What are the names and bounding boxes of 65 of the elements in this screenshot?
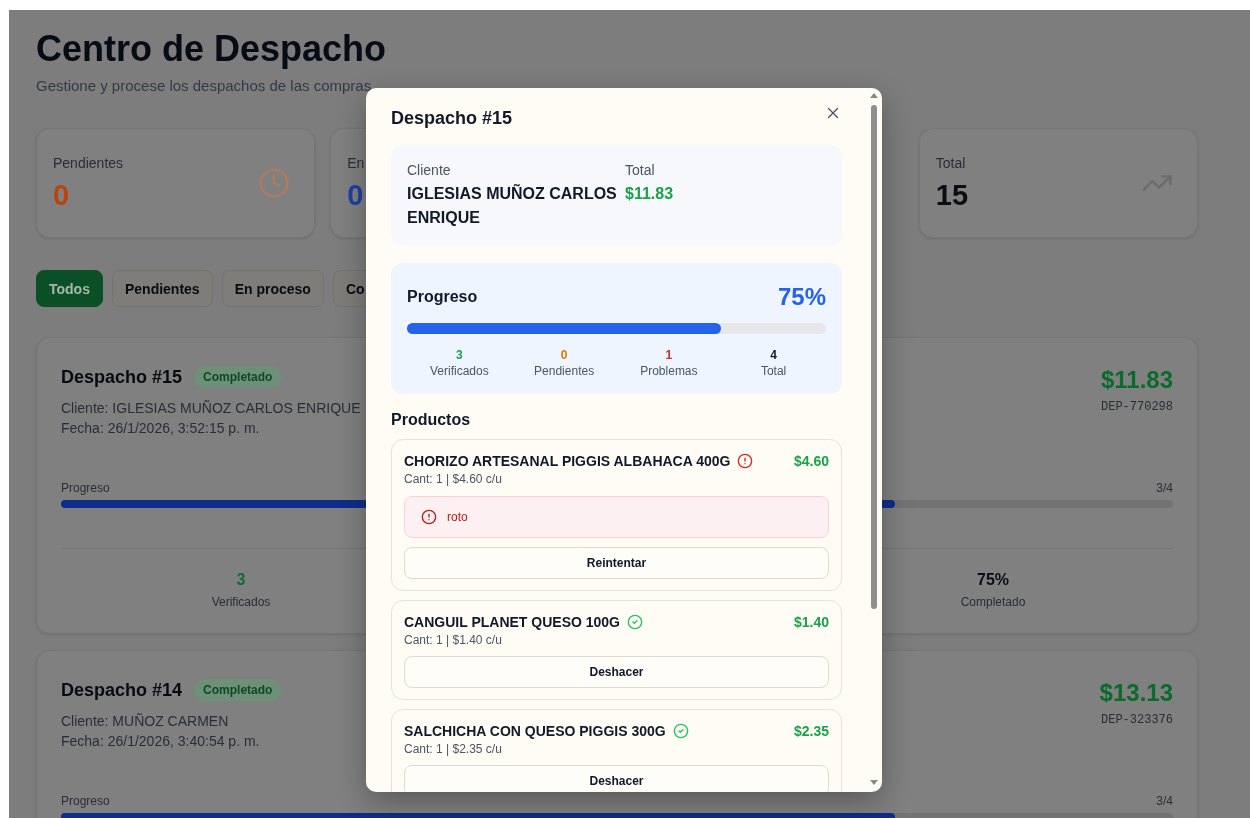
product-price: $4.60 (793, 453, 829, 469)
date-text: Fecha: 26/1/2026, 3:52:15 p. m. (61, 420, 261, 436)
stat-label: En (347, 154, 365, 171)
action-button[interactable]: Deshacer (404, 656, 829, 688)
product-detail: Cant: 1 | $2.35 c/u (404, 742, 503, 756)
stat-value: 75% (977, 571, 1009, 589)
stat-label: Verificados (211, 595, 271, 609)
progress-count: 3/4 (1156, 481, 1173, 495)
dispatch-code: DEP-770298 (1101, 400, 1173, 414)
product-detail: Cant: 1 | $4.60 c/u (404, 472, 503, 486)
dispatch-title: Despacho #15 (61, 366, 183, 388)
client-text: Cliente: IGLESIAS MUÑOZ CARLOS ENRIQUE (61, 400, 361, 416)
stat-value: 3 (236, 571, 246, 589)
filter-tab[interactable]: Todos (36, 270, 103, 307)
stat-value: 3 (456, 348, 463, 362)
check-circle-icon (627, 614, 643, 630)
stat-value: 0 (347, 178, 365, 212)
filter-tab[interactable]: En proceso (221, 270, 324, 307)
alert-icon (737, 453, 754, 469)
date-text: Fecha: 26/1/2026, 3:40:54 p. m. (61, 733, 261, 749)
products-heading: Productos (391, 411, 472, 429)
stat-value: 0 (53, 178, 71, 212)
stat-value: 1 (665, 348, 673, 362)
total-value: $11.83 (625, 184, 675, 204)
stat-label: Verificados (430, 364, 489, 378)
client-name: IGLESIAS MUÑOZ CARLOS ENRIQUE (407, 183, 618, 228)
client-label: Cliente (407, 162, 452, 178)
progress-percent: 75% (777, 283, 826, 311)
product-name: CANGUIL PLANET QUESO 100G (404, 614, 620, 630)
check-circle-icon (672, 723, 689, 739)
stat-label: Completado (960, 595, 1026, 609)
progress-label: Progreso (407, 288, 478, 306)
stat-label: Pendientes (534, 364, 595, 378)
dispatch-code: DEP-323376 (1101, 713, 1173, 727)
client-text: Cliente: MUÑOZ CARMEN (61, 713, 230, 729)
page-title: Centro de Despacho (36, 28, 388, 70)
action-button[interactable]: Reintentar (404, 547, 829, 579)
total-label: Total (625, 162, 656, 178)
product-price: $2.35 (793, 723, 829, 739)
issue-text: roto (447, 510, 468, 524)
progress-label: Progreso (61, 794, 110, 808)
product-name: SALCHICHA CON QUESO PIGGIS 300G (404, 723, 666, 739)
dispatch-title: Despacho #14 (61, 679, 183, 701)
dialog-title: Despacho #15 (391, 108, 513, 129)
product-price: $1.40 (793, 614, 829, 630)
stat-label: Pendientes (53, 154, 124, 171)
progress-label: Progreso (61, 481, 110, 495)
clock-icon (258, 167, 291, 199)
stat-label: Total (760, 364, 787, 378)
status-badge: Completado (194, 366, 282, 388)
stat-value: 4 (770, 348, 777, 362)
page-subtitle: Gestione y procese los despachos de las compras (36, 77, 373, 94)
stat-label: Total (935, 154, 967, 171)
product-name: CHORIZO ARTESANAL PIGGIS ALBAHACA 400G (404, 453, 731, 469)
action-button[interactable]: Deshacer (404, 765, 829, 792)
progress-count: 3/4 (1156, 794, 1173, 808)
dispatch-amount: $13.13 (1099, 679, 1173, 707)
product-detail: Cant: 1 | $1.40 c/u (404, 633, 503, 647)
stat-value: 15 (935, 178, 968, 212)
stat-label: Problemas (640, 364, 698, 378)
dispatch-amount: $11.83 (1100, 366, 1173, 394)
alert-icon (421, 509, 437, 525)
status-badge: Completado (194, 679, 282, 701)
stat-value: 0 (560, 348, 568, 362)
filter-tab[interactable]: Pendientes (111, 270, 213, 307)
